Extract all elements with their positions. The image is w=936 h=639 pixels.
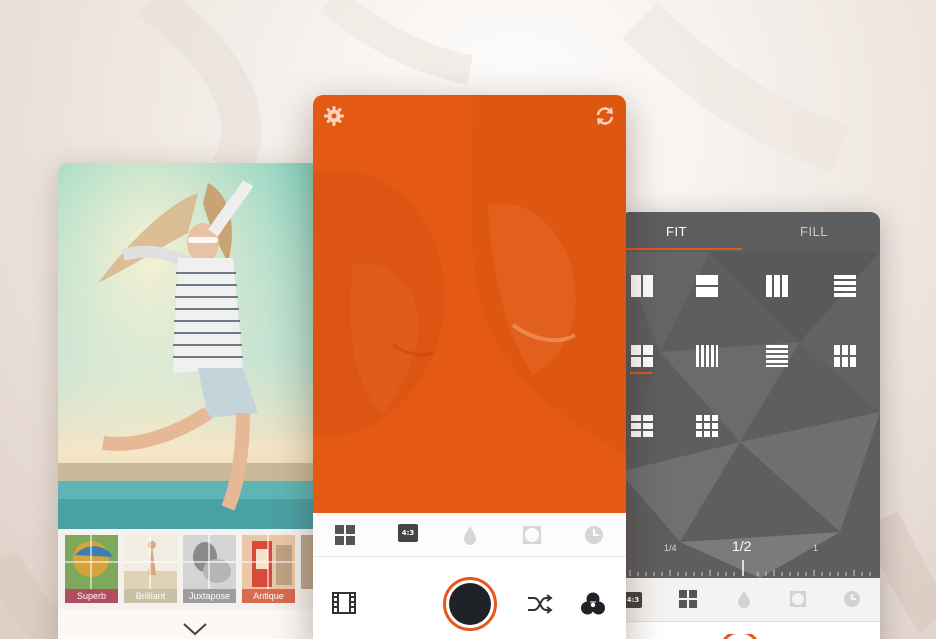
filter-thumb	[124, 535, 177, 589]
center-toolbar	[313, 513, 626, 557]
layout-three-columns-icon[interactable]	[765, 274, 789, 298]
active-tab-indicator	[620, 248, 742, 250]
grid-icon[interactable]	[333, 523, 357, 547]
layout-six-grid-icon[interactable]	[833, 344, 857, 368]
drop-icon[interactable]	[737, 590, 751, 608]
filter-antique[interactable]: Antique	[242, 535, 295, 603]
portrait-thumb	[183, 535, 236, 589]
layout-five-rows-icon[interactable]	[765, 344, 789, 368]
ratio-icon[interactable]: 4:3	[398, 524, 418, 542]
tab-fit[interactable]: FIT	[666, 224, 687, 239]
gear-icon[interactable]	[323, 105, 345, 127]
vignette-icon[interactable]	[520, 523, 544, 547]
couple-photo	[313, 95, 626, 513]
timer-icon[interactable]	[843, 590, 861, 608]
vignette-icon[interactable]	[789, 590, 807, 608]
ratio-label-left: 1/4	[664, 543, 677, 553]
grid-icon[interactable]	[679, 590, 697, 608]
filter-juxtapose[interactable]: Juxtapose	[183, 535, 236, 603]
filter-thumb	[242, 535, 295, 589]
layout-two-columns-icon[interactable]	[630, 274, 654, 298]
woman-thumb	[124, 535, 177, 589]
right-screen: FIT FILL 1/4 1/2 1 4:3	[620, 212, 880, 639]
selected-layout-indicator	[630, 372, 652, 374]
timer-icon[interactable]	[582, 523, 606, 547]
filter-thumb	[183, 535, 236, 589]
filter-label: Antique	[242, 589, 295, 603]
right-capture-area	[620, 622, 880, 639]
ratio-label-right: 1	[813, 543, 819, 553]
rotate-icon[interactable]	[594, 105, 616, 127]
ratio-icon[interactable]: 4:3	[624, 592, 642, 608]
filter-label: Juxtapose	[183, 589, 236, 603]
layout-nine-grid-icon[interactable]	[695, 414, 719, 438]
layout-five-columns-icon[interactable]	[695, 344, 719, 368]
tab-fill[interactable]: FILL	[800, 224, 828, 239]
left-screen: Superb Brilliant Juxtapose Antique	[58, 163, 320, 639]
layout-quad-grid-icon[interactable]	[630, 344, 654, 368]
filter-thumb	[65, 535, 118, 589]
filter-brilliant[interactable]: Brilliant	[124, 535, 177, 603]
shutter-button[interactable]	[443, 577, 497, 631]
layout-four-rows-icon[interactable]	[833, 274, 857, 298]
filter-superb[interactable]: Superb	[65, 535, 118, 603]
jumping-woman-photo	[58, 163, 320, 529]
color-circles-icon[interactable]	[579, 590, 607, 618]
phonebox-thumb	[242, 535, 295, 589]
filter-label: Superb	[65, 589, 118, 603]
shuffle-icon[interactable]	[526, 590, 554, 618]
ratio-current-value: 1/2	[732, 538, 752, 554]
film-icon[interactable]	[330, 589, 358, 617]
polygon-background	[620, 212, 880, 578]
parrot-thumb	[65, 535, 118, 589]
layout-two-rows-icon[interactable]	[695, 274, 719, 298]
center-screen: 4:3	[313, 95, 626, 639]
filter-strip: Superb Brilliant Juxtapose Antique	[58, 529, 320, 609]
shutter-core	[449, 583, 491, 625]
right-toolbar: 4:3	[620, 578, 880, 622]
shutter-button-partial[interactable]	[718, 634, 762, 639]
chevron-down-icon[interactable]	[181, 620, 209, 638]
layout-six-tall-grid-icon[interactable]	[630, 414, 654, 438]
filter-label: Brilliant	[124, 589, 177, 603]
drop-icon[interactable]	[458, 523, 482, 547]
